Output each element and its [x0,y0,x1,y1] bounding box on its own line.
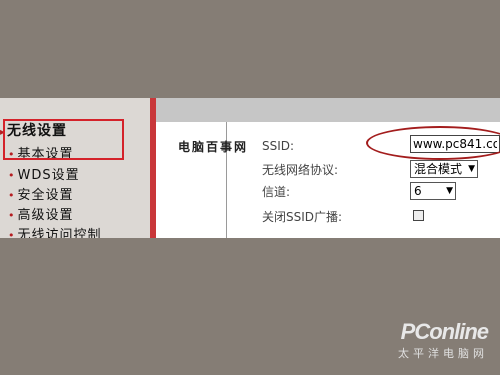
watermark: PConline 太平洋电脑网 [398,319,489,361]
sidebar-item-access-control[interactable]: • 无线访问控制 [8,224,102,238]
router-settings-screenshot: ▸无线设置 • 基本设置 • WDS设置 • 安全设置 • 高级设置 • 无线访问控制 电… [0,98,500,238]
sidebar-item-security[interactable]: • 安全设置 [8,184,74,203]
bullet-icon: • [8,229,16,238]
watermark-logo: PConline [400,319,489,344]
sidebar-item-label: 高级设置 [17,208,74,223]
protocol-select[interactable]: 混合模式 ▼ [410,160,478,178]
main-panel: 电脑百事网 SSID: 无线网络协议: 混合模式 ▼ 信道: 6 ▼ 关闭SSI… [156,98,500,238]
channel-select-value: 6 [414,184,422,198]
ssid-label: SSID: [262,139,295,153]
main-header-bar [156,98,500,122]
sidebar-item-label: WDS设置 [17,168,80,183]
sidebar-item-advanced[interactable]: • 高级设置 [8,204,74,223]
sidebar: ▸无线设置 • 基本设置 • WDS设置 • 安全设置 • 高级设置 • 无线访问控制 [0,98,150,238]
ssid-highlight-annotation [366,126,500,160]
protocol-label: 无线网络协议: [262,163,339,177]
section-title: 电脑百事网 [178,140,249,154]
bullet-icon: • [8,209,16,222]
channel-select[interactable]: 6 ▼ [410,182,456,200]
protocol-select-value: 混合模式 [414,162,463,176]
bullet-icon: • [8,189,16,202]
channel-label: 信道: [262,185,291,199]
sidebar-item-label: 安全设置 [17,188,74,203]
sidebar-item-label: 无线访问控制 [17,228,102,238]
hide-ssid-label: 关闭SSID广播: [262,210,343,224]
highlight-annotation [3,119,124,160]
hide-ssid-checkbox[interactable] [413,210,424,221]
chevron-down-icon: ▼ [468,164,475,174]
sidebar-item-wds[interactable]: • WDS设置 [8,164,80,183]
chevron-down-icon: ▼ [446,186,453,196]
watermark-tagline: 太平洋电脑网 [398,347,488,360]
bullet-icon: • [8,169,16,182]
